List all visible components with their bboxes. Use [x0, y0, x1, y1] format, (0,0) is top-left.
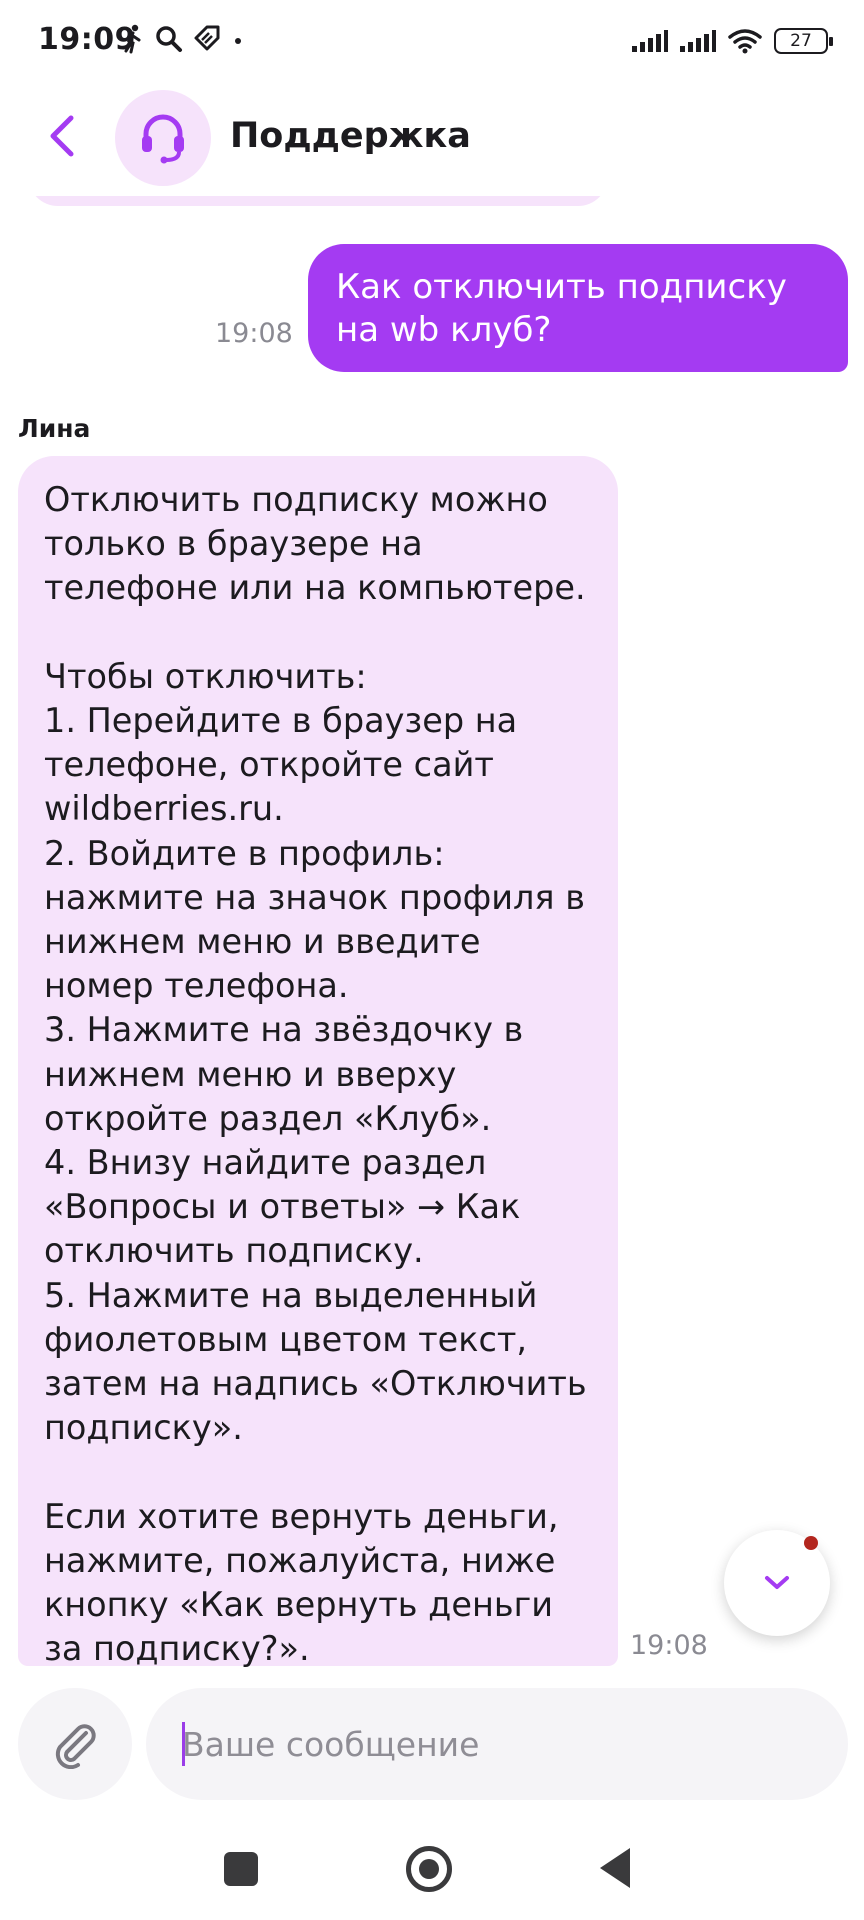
chevron-down-icon [765, 1576, 789, 1589]
headset-icon [142, 114, 184, 164]
wifi-icon [728, 29, 762, 54]
message-input[interactable] [146, 1688, 848, 1800]
message-time: 19:08 [630, 1630, 708, 1661]
system-back-button[interactable] [600, 1848, 630, 1888]
unread-indicator [804, 1536, 818, 1550]
recents-button[interactable] [224, 1852, 258, 1886]
battery-indicator: 27 [774, 28, 833, 54]
avatar[interactable] [115, 90, 211, 186]
text-cursor [182, 1722, 185, 1766]
chat-screen: 19:09 27 Поддержка 19:08 Как отключить п… [0, 0, 864, 1920]
message-time: 19:08 [215, 318, 293, 349]
sender-name: Лина [18, 414, 91, 443]
attach-button[interactable] [18, 1688, 132, 1800]
message-text: Отключить подписку можно только в браузе… [44, 480, 587, 1669]
paperclip-icon [55, 1724, 96, 1769]
incoming-message-bubble[interactable]: Отключить подписку можно только в браузе… [18, 456, 618, 1669]
chevron-left-icon [50, 115, 74, 157]
page-title: Поддержка [230, 116, 471, 156]
status-system-icons: 27 [632, 28, 833, 54]
signal-icon [680, 30, 716, 52]
dot-icon [235, 38, 241, 44]
chat-header: Поддержка [0, 86, 864, 196]
status-bar: 19:09 27 [0, 0, 864, 86]
back-button[interactable] [34, 108, 90, 164]
home-button[interactable] [406, 1846, 452, 1892]
search-icon [156, 26, 182, 52]
message-composer [0, 1670, 864, 1820]
outgoing-message-bubble[interactable]: Как отключить подписку на wb клуб? [308, 244, 848, 372]
walking-icon [124, 24, 141, 54]
message-text: Как отключить подписку на wb клуб? [336, 267, 787, 350]
tag-icon [194, 25, 220, 51]
status-notification-icons [120, 24, 244, 54]
system-navigation-bar [0, 1820, 864, 1920]
signal-icon [632, 30, 668, 52]
